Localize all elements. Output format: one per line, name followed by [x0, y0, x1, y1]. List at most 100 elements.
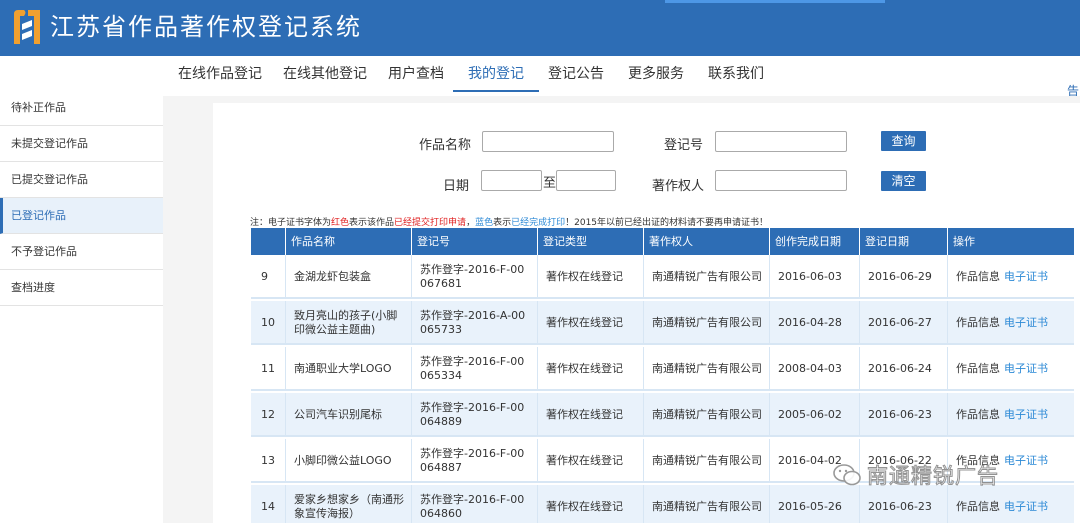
e-certificate-link[interactable]: 电子证书 — [1004, 500, 1048, 514]
row-reg-type: 著作权在线登记 — [537, 255, 643, 299]
row-work-name: 金湖龙虾包装盒 — [285, 255, 411, 299]
row-reg-date: 2016-06-23 — [859, 485, 947, 523]
reg-no-label: 登记号 — [664, 138, 704, 153]
nav-item-registration-announcements[interactable]: 登记公告 — [548, 56, 604, 92]
e-certificate-link[interactable]: 电子证书 — [1004, 408, 1048, 422]
col-header-work-name: 作品名称 — [285, 228, 411, 255]
sidebar-item-submitted[interactable]: 已提交登记作品 — [0, 162, 163, 198]
query-button[interactable]: 查询 — [881, 131, 926, 151]
sidebar-item-rejected[interactable]: 不予登记作品 — [0, 234, 163, 270]
row-reg-type: 著作权在线登记 — [537, 347, 643, 391]
row-created-date: 2016-05-26 — [769, 485, 859, 523]
table-row: 9 金湖龙虾包装盒 苏作登字-2016-F-00067681 著作权在线登记 南通精锐广… — [251, 255, 1074, 299]
col-header-reg-no: 登记号 — [411, 228, 537, 255]
owner-label: 著作权人 — [652, 179, 705, 194]
table-row: 12 公司汽车识别尾标 苏作登字-2016-F-00064889 著作权在线登记 南通精… — [251, 393, 1074, 437]
work-name-input[interactable] — [482, 131, 614, 152]
col-header-actions: 操作 — [947, 228, 1074, 255]
nav-item-more-services[interactable]: 更多服务 — [628, 56, 684, 92]
date-from-input[interactable] — [481, 170, 542, 191]
row-reg-date: 2016-06-23 — [859, 393, 947, 437]
work-info-link[interactable]: 作品信息 — [956, 316, 1000, 330]
work-info-link[interactable]: 作品信息 — [956, 408, 1000, 422]
row-number: 13 — [261, 454, 275, 467]
row-reg-type: 著作权在线登记 — [537, 485, 643, 523]
sidebar-item-registered[interactable]: 已登记作品 — [0, 198, 163, 234]
reg-no-input[interactable] — [715, 131, 847, 152]
watermark: 南通精锐广告 — [833, 460, 999, 490]
col-header-created-date: 创作完成日期 — [769, 228, 859, 255]
date-to-input[interactable] — [556, 170, 616, 191]
row-reg-date: 2016-06-29 — [859, 255, 947, 299]
row-reg-type: 著作权在线登记 — [537, 439, 643, 483]
row-actions: 作品信息 电子证书 — [947, 301, 1074, 345]
row-actions: 作品信息 电子证书 — [947, 485, 1074, 523]
nav-item-my-registrations[interactable]: 我的登记 — [453, 56, 539, 92]
work-info-link[interactable]: 作品信息 — [956, 362, 1000, 376]
row-reg-no: 苏作登字-2016-A-00065733 — [411, 301, 537, 345]
row-owner: 南通精锐广告有限公司 — [643, 255, 769, 299]
e-certificate-link[interactable]: 电子证书 — [1004, 270, 1048, 284]
row-work-name: 南通职业大学LOGO — [285, 347, 411, 391]
site-logo-icon[interactable] — [10, 8, 44, 46]
sidebar: 待补正作品 未提交登记作品 已提交登记作品 已登记作品 不予登记作品 查档进度 — [0, 96, 163, 523]
row-owner: 南通精锐广告有限公司 — [643, 301, 769, 345]
e-certificate-link[interactable]: 电子证书 — [1004, 316, 1048, 330]
row-reg-no: 苏作登字-2016-F-00064887 — [411, 439, 537, 483]
col-header-owner: 著作权人 — [643, 228, 769, 255]
row-reg-no: 苏作登字-2016-F-00067681 — [411, 255, 537, 299]
row-owner: 南通精锐广告有限公司 — [643, 347, 769, 391]
work-info-link[interactable]: 作品信息 — [956, 270, 1000, 284]
owner-input[interactable] — [715, 170, 847, 191]
nav-item-online-work-registration[interactable]: 在线作品登记 — [178, 56, 262, 92]
row-actions: 作品信息 电子证书 — [947, 255, 1074, 299]
row-created-date: 2016-04-28 — [769, 301, 859, 345]
content-top-gutter — [163, 96, 1080, 103]
date-label: 日期 — [443, 179, 470, 194]
sidebar-item-unsubmitted[interactable]: 未提交登记作品 — [0, 126, 163, 162]
table-header: 作品名称 登记号 登记类型 著作权人 创作完成日期 登记日期 操作 — [251, 228, 1074, 255]
row-actions: 作品信息 电子证书 — [947, 393, 1074, 437]
site-title: 江苏省作品著作权登记系统 — [50, 13, 362, 41]
sidebar-item-pending-correction[interactable]: 待补正作品 — [0, 90, 163, 126]
row-work-name: 公司汽车识别尾标 — [285, 393, 411, 437]
content-gutter — [163, 96, 213, 523]
row-reg-type: 著作权在线登记 — [537, 393, 643, 437]
table-row: 14 爱家乡想家乡（南通形象宣传海报） 苏作登字-2016-F-00064860 著作… — [251, 485, 1074, 523]
row-number: 12 — [261, 408, 275, 421]
row-reg-no: 苏作登字-2016-F-00064889 — [411, 393, 537, 437]
row-number: 9 — [261, 270, 268, 283]
row-reg-type: 著作权在线登记 — [537, 301, 643, 345]
row-reg-no: 苏作登字-2016-F-00065334 — [411, 347, 537, 391]
row-reg-date: 2016-06-27 — [859, 301, 947, 345]
e-certificate-link[interactable]: 电子证书 — [1004, 454, 1048, 468]
col-header-reg-date: 登记日期 — [859, 228, 947, 255]
row-owner: 南通精锐广告有限公司 — [643, 439, 769, 483]
table-row: 11 南通职业大学LOGO 苏作登字-2016-F-00065334 著作权在线登记南… — [251, 347, 1074, 391]
date-to-label: 至 — [543, 176, 557, 191]
work-name-label: 作品名称 — [419, 138, 472, 153]
work-info-link[interactable]: 作品信息 — [956, 500, 1000, 514]
row-owner: 南通精锐广告有限公司 — [643, 485, 769, 523]
sidebar-item-archive-progress[interactable]: 查档进度 — [0, 270, 163, 306]
col-header-reg-type: 登记类型 — [537, 228, 643, 255]
header-bar: 江苏省作品著作权登记系统 — [0, 0, 1080, 56]
row-work-name: 致月亮山的孩子(小脚印微公益主题曲) — [285, 301, 411, 345]
row-number: 11 — [261, 362, 275, 375]
row-created-date: 2005-06-02 — [769, 393, 859, 437]
table-row: 10 致月亮山的孩子(小脚印微公益主题曲) 苏作登字-2016-A-00065733… — [251, 301, 1074, 345]
row-created-date: 2008-04-03 — [769, 347, 859, 391]
wechat-icon — [833, 464, 861, 486]
row-number: 10 — [261, 316, 275, 329]
watermark-text: 南通精锐广告 — [867, 464, 999, 489]
row-owner: 南通精锐广告有限公司 — [643, 393, 769, 437]
nav-item-user-archive-query[interactable]: 用户查档 — [388, 56, 444, 92]
row-reg-no: 苏作登字-2016-F-00064860 — [411, 485, 537, 523]
row-created-date: 2016-06-03 — [769, 255, 859, 299]
nav-item-contact-us[interactable]: 联系我们 — [708, 56, 764, 92]
e-certificate-link[interactable]: 电子证书 — [1004, 362, 1048, 376]
row-number: 14 — [261, 500, 275, 513]
nav-item-online-other-registration[interactable]: 在线其他登记 — [283, 56, 367, 92]
header-accent-line — [665, 0, 885, 3]
clear-button[interactable]: 清空 — [881, 171, 926, 191]
